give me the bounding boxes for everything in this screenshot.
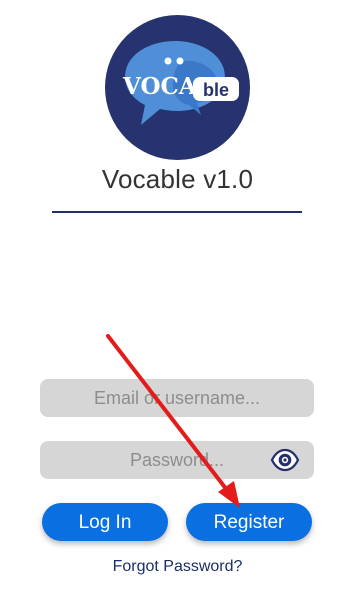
register-button[interactable]: Register (186, 503, 312, 541)
logo-text-main: VOCA (122, 73, 198, 100)
email-field[interactable] (40, 379, 314, 417)
password-field-container (40, 441, 314, 479)
show-password-button[interactable] (270, 446, 300, 474)
title-divider (52, 211, 302, 213)
eye-icon (270, 448, 300, 472)
login-button[interactable]: Log In (42, 503, 168, 541)
app-logo: VOCA ble (105, 15, 250, 160)
app-title: Vocable v1.0 (101, 164, 254, 194)
logo-text-badge: ble (203, 80, 229, 100)
chat-bubble-logo-icon: VOCA ble (122, 41, 239, 125)
email-field-container (40, 379, 314, 417)
login-screen: VOCA ble Vocable v1.0 Log In Register Fo… (0, 0, 355, 600)
forgot-password-link[interactable]: Forgot Password? (0, 558, 355, 576)
